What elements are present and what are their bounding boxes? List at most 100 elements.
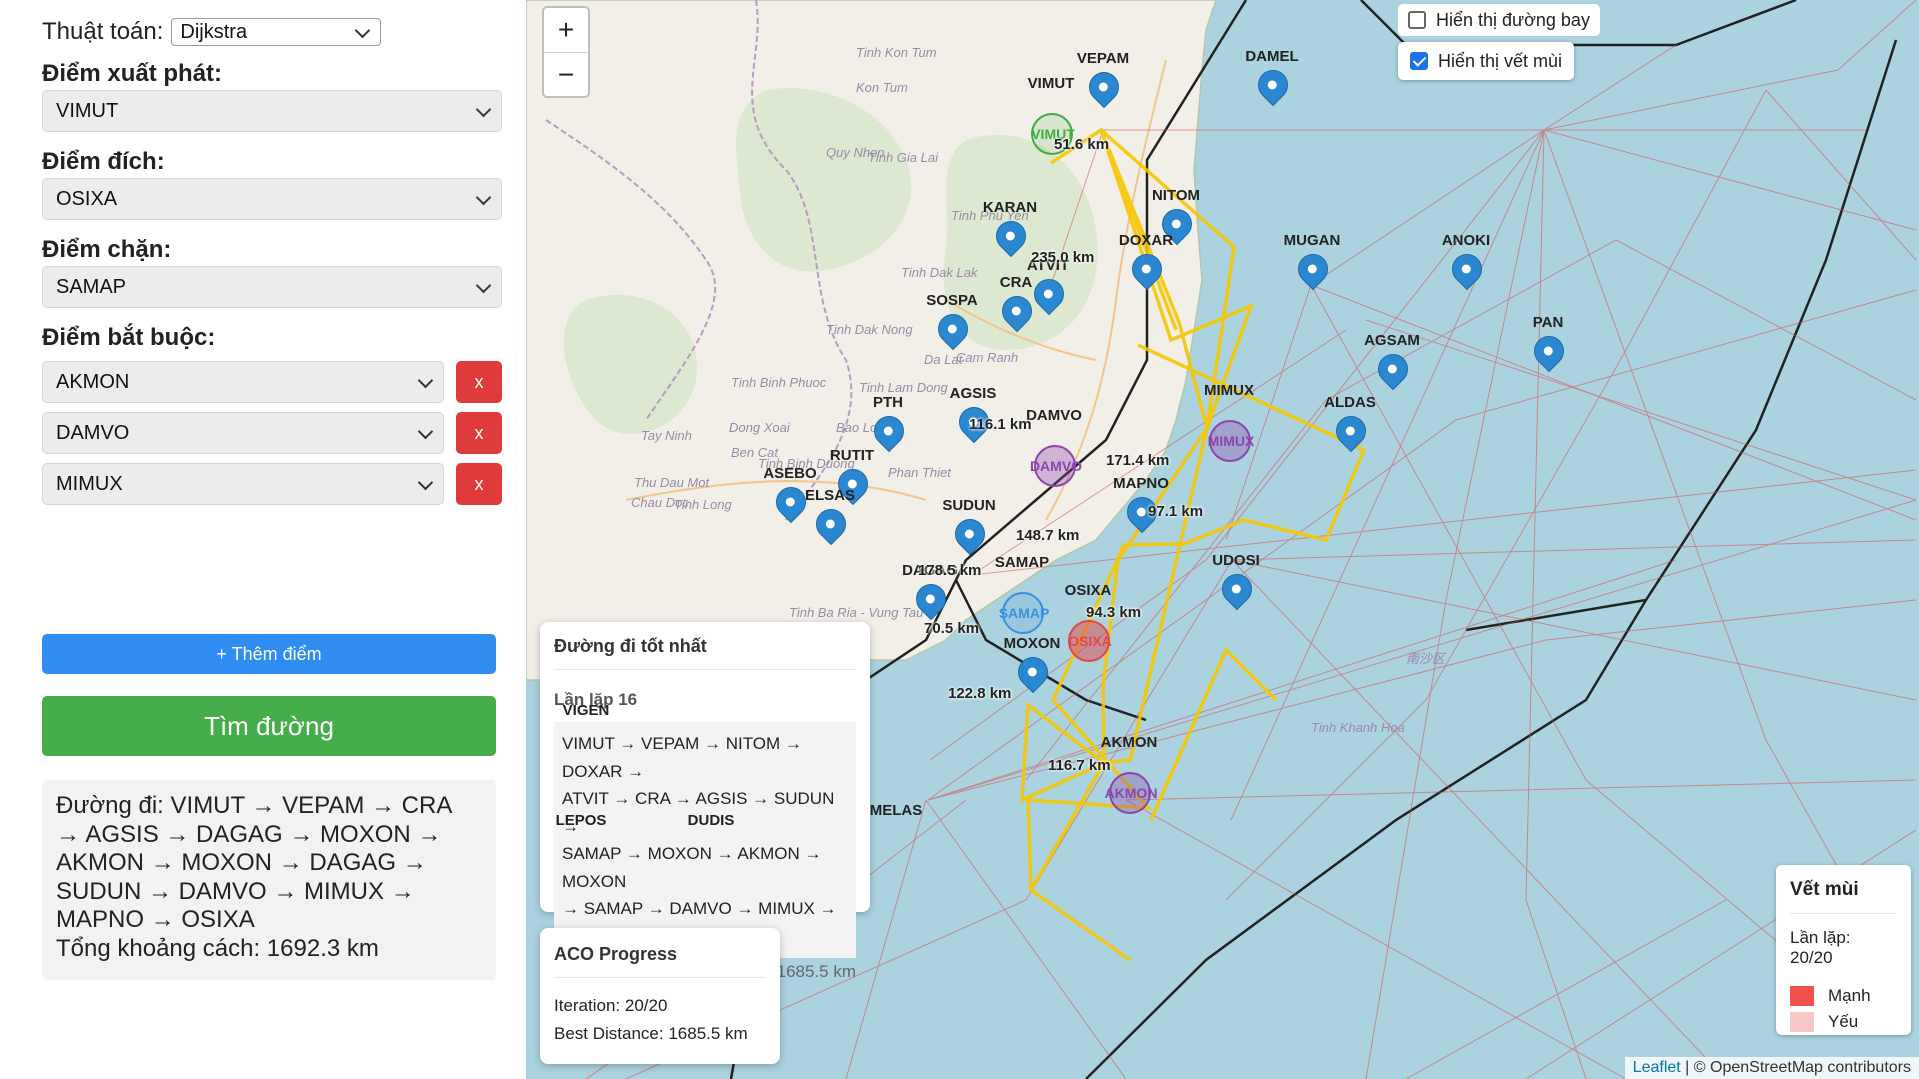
legend-strong: Mạnh xyxy=(1790,986,1897,1006)
remove-required-button-2[interactable]: x xyxy=(456,412,502,454)
algorithm-label: Thuật toán: xyxy=(42,18,164,45)
algorithm-select[interactable]: Dijkstra xyxy=(171,18,382,46)
legend-strong-swatch xyxy=(1790,986,1814,1006)
map-pin-icon xyxy=(1251,63,1295,107)
waypoint-cra[interactable]: CRA xyxy=(986,274,1046,354)
waypoint-label: ANOKI xyxy=(1441,232,1491,249)
add-point-button[interactable]: + Thêm điểm xyxy=(42,634,496,674)
distance-label: 51.6 km xyxy=(1054,136,1110,153)
map-pin-icon xyxy=(948,512,992,556)
remove-required-button-3[interactable]: x xyxy=(456,463,502,505)
waypoint-circle-icon: DAMVO xyxy=(1030,445,1082,487)
map-pin-icon xyxy=(867,409,911,453)
map-pin-icon xyxy=(1445,247,1489,291)
aco-progress-popup: ACO Progress Iteration: 20/20 Best Dista… xyxy=(540,928,780,1064)
waypoint-udosi[interactable]: UDOSI xyxy=(1206,552,1266,632)
distance-label: 235.0 km xyxy=(1031,249,1095,266)
place-name-label: Tinh Binh Phuoc xyxy=(731,375,827,390)
distance-label: 122.8 km xyxy=(948,685,1012,702)
waypoint-label: MIMUX xyxy=(1204,382,1254,399)
waypoint-melas[interactable]: MELAS xyxy=(866,802,926,882)
required-select-3[interactable]: MIMUX xyxy=(42,463,444,505)
waypoint-pan[interactable]: PAN xyxy=(1518,314,1578,394)
waypoint-circle-icon: MIMUX xyxy=(1208,420,1254,462)
waypoint-anoki[interactable]: ANOKI xyxy=(1436,232,1496,312)
required-select-2[interactable]: DAMVO xyxy=(42,412,444,454)
waypoint-label: MELAS xyxy=(869,802,923,819)
leaflet-link[interactable]: Leaflet xyxy=(1633,1059,1681,1076)
result-line: MAPNO → OSIXA xyxy=(56,906,255,933)
place-name-label: Dong Xoai xyxy=(729,420,790,435)
waypoint-label: PAN xyxy=(1532,314,1564,331)
waypoint-akmon[interactable]: AKMON AKMON xyxy=(1099,734,1159,814)
distance-label: 178.5 km xyxy=(918,562,982,579)
start-label: Điểm xuất phát: xyxy=(42,60,223,87)
chevron-down-icon xyxy=(417,423,434,440)
map-pin-icon xyxy=(1215,567,1259,611)
waypoint-label: DOXAR xyxy=(1118,232,1174,249)
map-attribution: Leaflet | © OpenStreetMap contributors xyxy=(1624,1057,1919,1079)
waypoint-dudis[interactable]: DUDIS xyxy=(681,812,741,892)
distance-label: 94.3 km xyxy=(1086,604,1142,621)
waypoint-label: ELSAS xyxy=(804,487,855,504)
waypoint-label: SAMAP xyxy=(994,554,1050,571)
blocked-label: Điểm chặn: xyxy=(42,236,172,263)
algorithm-row: Thuật toán: Dijkstra xyxy=(42,18,382,46)
waypoint-label: OSIXA xyxy=(1064,582,1112,599)
legend-iteration: Lần lặp: 20/20 xyxy=(1790,928,1851,967)
blocked-select[interactable]: SAMAP xyxy=(42,266,502,308)
waypoint-label: MAPNO xyxy=(1113,475,1169,492)
flight-path-toggle[interactable]: Hiển thị đường bay xyxy=(1398,4,1600,36)
waypoint-damel[interactable]: DAMEL xyxy=(1242,48,1302,128)
waypoint-aldas[interactable]: ALDAS xyxy=(1320,394,1380,474)
aco-best-distance: Best Distance: 1685.5 km xyxy=(554,1024,748,1043)
algorithm-value: Dijkstra xyxy=(180,20,248,43)
place-name-label: Ben Cat xyxy=(731,445,778,460)
path-line: → SAMAP → DAMVO → MIMUX → xyxy=(562,899,837,918)
remove-required-button-1[interactable]: x xyxy=(456,361,502,403)
pheromone-trail-toggle[interactable]: Hiển thị vết mùi xyxy=(1398,42,1575,80)
find-route-button[interactable]: Tìm đường xyxy=(42,696,496,756)
map-view[interactable]: Tinh Kon Tum Kon Tum Tinh Gia Lai Quy Nhon T… xyxy=(526,0,1919,1079)
map-pin-icon xyxy=(931,307,975,351)
distance-label: 116.7 km xyxy=(1048,757,1111,774)
destination-select[interactable]: OSIXA xyxy=(42,178,502,220)
destination-value: OSIXA xyxy=(56,187,118,210)
chevron-down-icon xyxy=(475,189,492,206)
waypoint-label: MUGAN xyxy=(1283,232,1341,249)
map-pin-icon xyxy=(989,214,1033,258)
zoom-in-button[interactable]: + xyxy=(544,8,588,53)
waypoint-doxar[interactable]: DOXAR xyxy=(1116,232,1176,312)
start-select[interactable]: VIMUT xyxy=(42,90,502,132)
waypoint-damvo[interactable]: DAMVO DAMVO xyxy=(1024,407,1084,487)
waypoint-sospa[interactable]: SOSPA xyxy=(922,292,982,372)
zoom-control: + − xyxy=(542,6,590,98)
map-pin-icon xyxy=(1527,329,1571,373)
required-value-1: AKMON xyxy=(56,370,130,393)
distance-label: 70.5 km xyxy=(924,620,980,637)
place-name-label: Thu Dau Mot xyxy=(634,475,710,490)
chevron-down-icon xyxy=(417,474,434,491)
flight-path-checkbox[interactable] xyxy=(1408,11,1426,29)
waypoint-mugan[interactable]: MUGAN xyxy=(1282,232,1342,312)
waypoint-lepos[interactable]: LEPOS xyxy=(551,812,611,892)
zoom-out-button[interactable]: − xyxy=(544,53,588,97)
required-select-1[interactable]: AKMON xyxy=(42,361,444,403)
waypoint-mimux[interactable]: MIMUX MIMUX xyxy=(1199,382,1259,462)
required-label: Điểm bắt buộc: xyxy=(42,324,216,351)
pheromone-trail-checkbox[interactable] xyxy=(1410,52,1428,70)
waypoint-vigen[interactable]: VIGEN xyxy=(556,702,616,782)
start-value: VIMUT xyxy=(56,99,119,122)
legend-weak-label: Yếu xyxy=(1828,1012,1859,1031)
waypoint-label: VEPAM xyxy=(1076,50,1130,67)
waypoint-elsas[interactable]: ELSAS xyxy=(800,487,860,567)
map-pin-icon xyxy=(1125,247,1169,291)
waypoint-circle-icon: AKMON xyxy=(1105,772,1157,814)
waypoint-moxon[interactable]: MOXON xyxy=(1002,635,1062,715)
aco-iteration: Iteration: 20/20 xyxy=(554,996,668,1015)
place-name-label: Chau Doc xyxy=(631,495,689,510)
distance-label: 148.7 km xyxy=(1016,527,1080,544)
chevron-down-icon xyxy=(417,372,434,389)
waypoint-label: AKMON xyxy=(1100,734,1158,751)
map-pin-icon xyxy=(1011,650,1055,694)
